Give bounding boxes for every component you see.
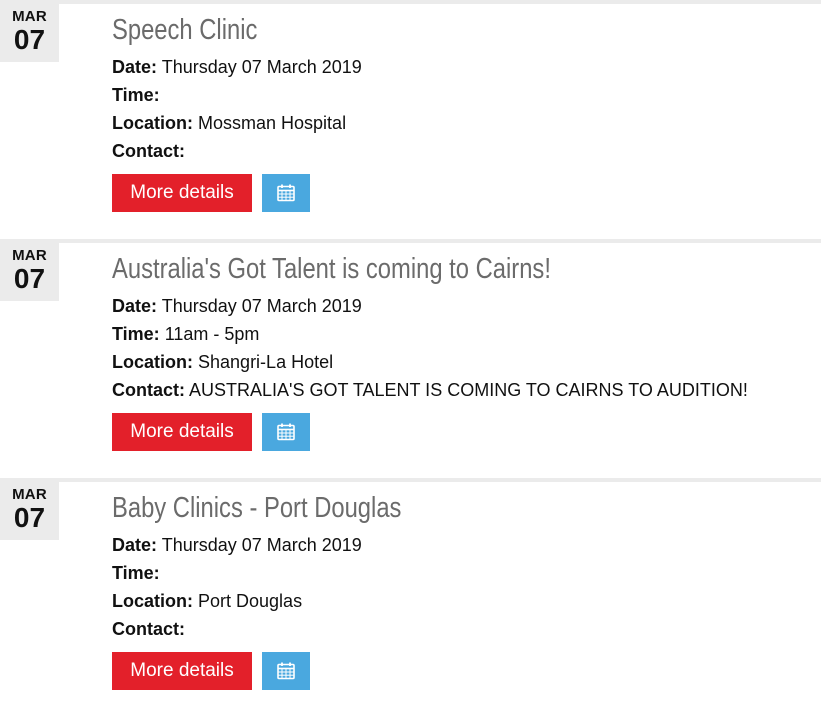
add-to-calendar-button[interactable] (262, 652, 310, 690)
location-label: Location: (112, 591, 193, 611)
event-date-value: Thursday 07 March 2019 (161, 57, 362, 77)
date-label: Date: (112, 296, 158, 316)
event-contact-row: Contact: (112, 137, 812, 165)
event-meta: Date: Thursday 07 March 2019 Time: Locat… (112, 53, 812, 165)
event-body: Speech Clinic Date: Thursday 07 March 20… (112, 12, 812, 212)
event-date-value: Thursday 07 March 2019 (161, 296, 362, 316)
event-time-row: Time: (112, 559, 812, 587)
time-label: Time: (112, 85, 160, 105)
location-label: Location: (112, 352, 193, 372)
event-time-row: Time: 11am - 5pm (112, 320, 812, 348)
date-badge: MAR 07 (0, 4, 59, 62)
contact-label: Contact: (112, 380, 185, 400)
event-location-value: Mossman Hospital (198, 113, 347, 133)
date-badge: MAR 07 (0, 482, 59, 540)
event-location-row: Location: Mossman Hospital (112, 109, 812, 137)
event-item: MAR 07 Speech Clinic Date: Thursday 07 M… (0, 0, 821, 239)
date-day: 07 (13, 24, 46, 55)
event-date-value: Thursday 07 March 2019 (161, 535, 362, 555)
event-contact-value: AUSTRALIA'S GOT TALENT IS COMING TO CAIR… (189, 380, 748, 400)
event-actions: More details (112, 413, 812, 451)
time-label: Time: (112, 563, 160, 583)
event-location-row: Location: Port Douglas (112, 587, 812, 615)
date-badge: MAR 07 (0, 243, 59, 301)
event-body: Baby Clinics - Port Douglas Date: Thursd… (112, 490, 812, 690)
more-details-button[interactable]: More details (112, 174, 252, 212)
event-time-value: 11am - 5pm (164, 324, 260, 344)
date-day: 07 (13, 263, 46, 294)
event-list: MAR 07 Speech Clinic Date: Thursday 07 M… (0, 0, 821, 710)
event-actions: More details (112, 652, 812, 690)
more-details-button[interactable]: More details (112, 413, 252, 451)
event-meta: Date: Thursday 07 March 2019 Time: Locat… (112, 531, 812, 643)
contact-label: Contact: (112, 619, 185, 639)
event-body: Australia's Got Talent is coming to Cair… (112, 251, 812, 451)
location-label: Location: (112, 113, 193, 133)
date-day: 07 (13, 502, 46, 533)
event-date-row: Date: Thursday 07 March 2019 (112, 531, 812, 559)
add-to-calendar-button[interactable] (262, 174, 310, 212)
event-date-row: Date: Thursday 07 March 2019 (112, 53, 812, 81)
event-contact-row: Contact: AUSTRALIA'S GOT TALENT IS COMIN… (112, 376, 812, 404)
event-item: MAR 07 Australia's Got Talent is coming … (0, 239, 821, 478)
date-label: Date: (112, 57, 158, 77)
event-item: MAR 07 Baby Clinics - Port Douglas Date:… (0, 478, 821, 710)
date-label: Date: (112, 535, 158, 555)
event-contact-row: Contact: (112, 615, 812, 643)
event-location-value: Port Douglas (198, 591, 303, 611)
contact-label: Contact: (112, 141, 185, 161)
event-title[interactable]: Speech Clinic (112, 12, 686, 48)
more-details-button[interactable]: More details (112, 652, 252, 690)
event-time-row: Time: (112, 81, 812, 109)
event-title[interactable]: Baby Clinics - Port Douglas (112, 490, 686, 526)
event-location-value: Shangri-La Hotel (198, 352, 334, 372)
calendar-icon (276, 661, 296, 681)
event-title[interactable]: Australia's Got Talent is coming to Cair… (112, 251, 686, 287)
add-to-calendar-button[interactable] (262, 413, 310, 451)
event-location-row: Location: Shangri-La Hotel (112, 348, 812, 376)
calendar-icon (276, 183, 296, 203)
calendar-icon (276, 422, 296, 442)
event-meta: Date: Thursday 07 March 2019 Time: 11am … (112, 292, 812, 404)
time-label: Time: (112, 324, 160, 344)
event-actions: More details (112, 174, 812, 212)
event-date-row: Date: Thursday 07 March 2019 (112, 292, 812, 320)
